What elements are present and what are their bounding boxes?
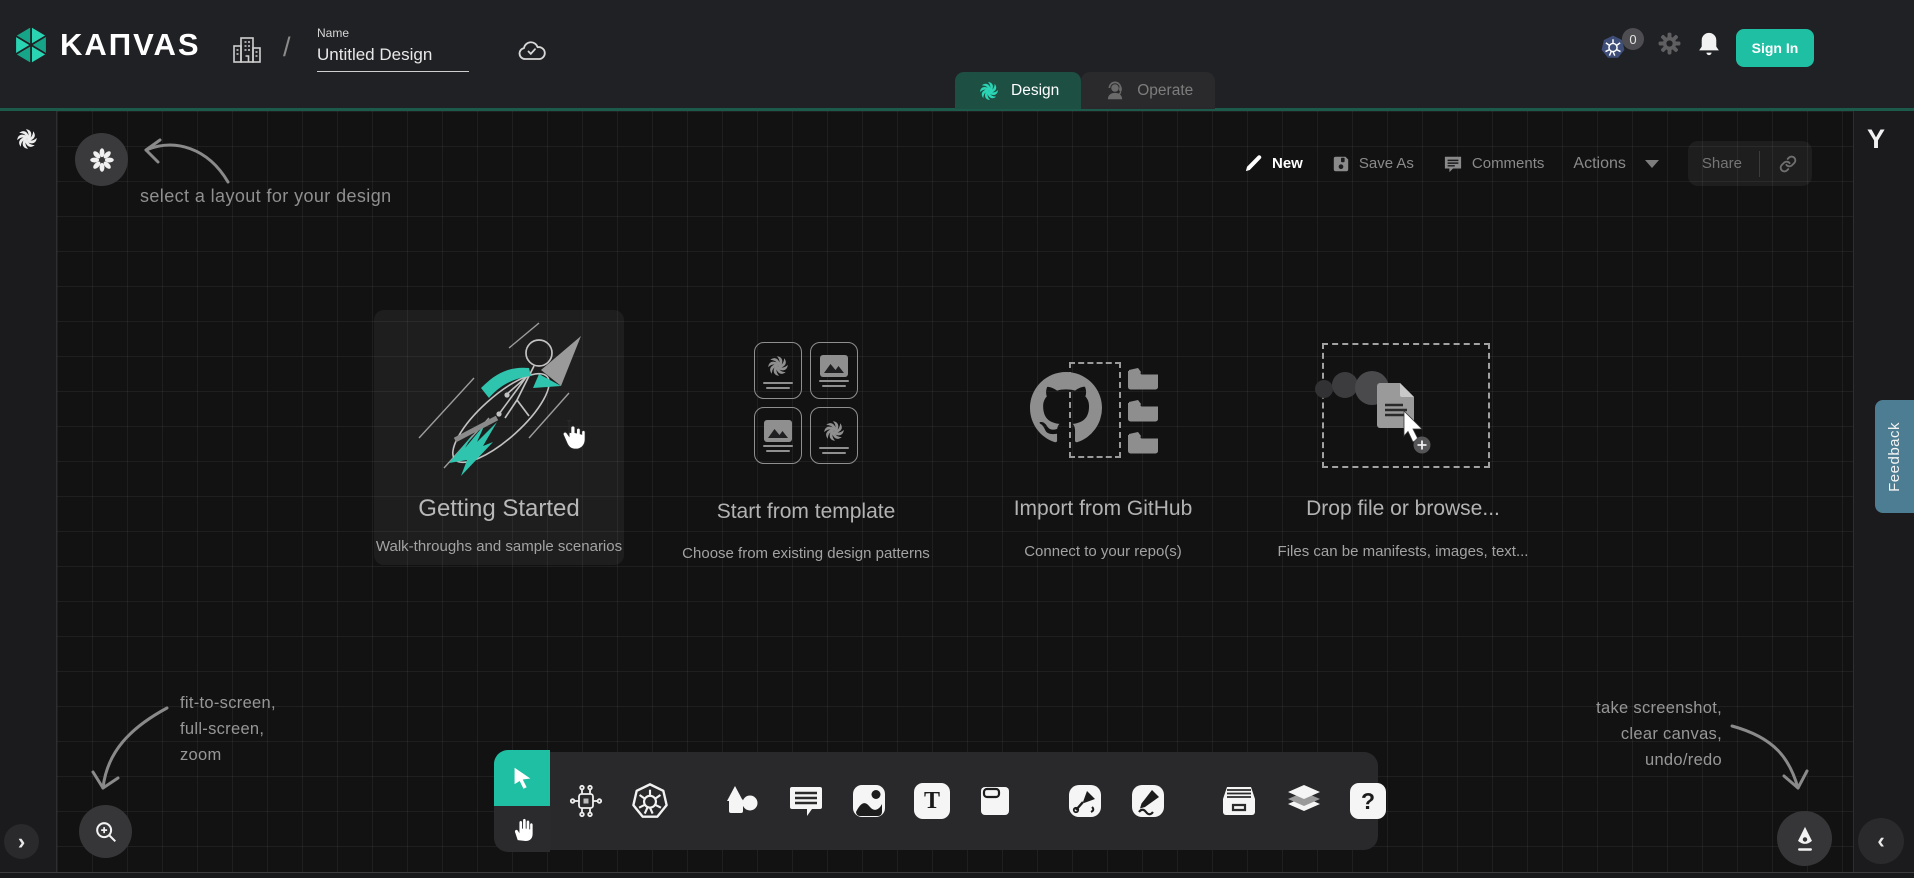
card-subtitle: Walk-throughs and sample scenarios [376, 538, 622, 555]
notification-count-badge: 0 [1622, 28, 1644, 50]
mode-tabs: Design Operate [955, 72, 1215, 109]
kanvas-hexagon-icon [12, 24, 50, 66]
comments-icon [1443, 155, 1463, 173]
github-octocat-icon [1030, 372, 1102, 444]
rocket-illustration [389, 318, 609, 493]
actions-dropdown[interactable]: Actions [1573, 155, 1658, 173]
folder-icon [1126, 430, 1160, 454]
design-spiral-icon [977, 79, 1001, 103]
pointer-tool-column [494, 750, 550, 852]
share-link-icon [1778, 154, 1798, 174]
archive-drawer-tool[interactable] [1220, 782, 1258, 820]
template-tile [754, 407, 802, 464]
kubernetes-status-button[interactable]: 0 [1600, 34, 1648, 70]
canvas-tools-toolbar: T [550, 752, 1378, 850]
collapse-right-panel-button[interactable]: ‹ [1858, 818, 1904, 864]
select-tool-button[interactable] [494, 750, 550, 806]
drop-title: Drop file or browse... [1306, 497, 1500, 521]
brand-name: KAΠVAS [60, 27, 201, 63]
image-icon [764, 420, 792, 442]
pen-nib-icon [1792, 825, 1818, 853]
settings-gear-icon[interactable] [1657, 31, 1682, 56]
chevron-right-icon: › [18, 831, 25, 853]
layers-tool[interactable] [1285, 782, 1323, 820]
comment-tool[interactable] [788, 782, 824, 820]
share-button[interactable]: Share [1688, 141, 1812, 186]
left-rail [0, 111, 57, 872]
image-tool[interactable] [851, 782, 887, 820]
import-from-github-card[interactable] [1028, 352, 1168, 467]
branch-y-icon[interactable]: Y [1867, 124, 1885, 155]
drop-file-card[interactable] [1322, 343, 1490, 468]
pencil-tool[interactable] [1130, 782, 1166, 820]
pencil-new-icon [1244, 154, 1263, 173]
bottom-left-hint: fit-to-screen, full-screen, zoom [180, 690, 276, 768]
pen-mode-button[interactable] [1777, 811, 1832, 866]
design-name-input[interactable] [317, 45, 469, 72]
loading-spiral-icon [14, 126, 40, 152]
select-layout-button[interactable] [75, 133, 128, 186]
breadcrumb-separator: / [283, 32, 291, 63]
pen-tool[interactable] [1067, 782, 1103, 820]
help-tool[interactable]: ? [1350, 782, 1386, 820]
sign-in-button[interactable]: Sign In [1736, 29, 1814, 67]
notifications-bell-icon[interactable] [1697, 31, 1721, 57]
bottom-right-hint: take screenshot, clear canvas, undo/redo [1520, 695, 1722, 773]
note-tool[interactable] [977, 782, 1013, 820]
canvas-actions-toolbar: New Save As Comments Actions Share [1244, 141, 1812, 186]
template-tile [810, 407, 858, 464]
tab-design[interactable]: Design [955, 72, 1081, 109]
brand-logo[interactable]: KAΠVAS [12, 24, 201, 66]
chevron-left-icon: ‹ [1877, 830, 1884, 852]
template-tile [810, 342, 858, 399]
organization-icon[interactable] [231, 34, 263, 66]
github-title: Import from GitHub [1014, 497, 1193, 521]
spiral-icon [821, 418, 847, 444]
select-arrow-icon [509, 765, 535, 791]
pan-tool-button[interactable] [494, 806, 550, 852]
design-name-block: Name [317, 26, 477, 72]
layout-flower-icon [89, 147, 115, 173]
folder-icon [1126, 398, 1160, 422]
save-icon [1332, 155, 1350, 173]
operate-headset-icon [1103, 79, 1127, 103]
folder-icon [1126, 366, 1160, 390]
zoom-button[interactable] [79, 805, 132, 858]
template-subtitle: Choose from existing design patterns [682, 545, 930, 562]
hand-cursor [556, 418, 588, 454]
layout-hint-text: select a layout for your design [140, 186, 392, 207]
kubernetes-tool[interactable] [631, 782, 669, 820]
start-from-template-card[interactable] [754, 342, 858, 464]
expand-left-panel-button[interactable]: › [4, 824, 39, 859]
hand-pan-icon [510, 816, 534, 842]
chevron-down-icon [1645, 160, 1659, 168]
kanvas-app: KAΠVAS / Name [0, 0, 1914, 878]
spiral-icon [765, 353, 791, 379]
feedback-tab[interactable]: Feedback [1875, 400, 1914, 513]
name-label: Name [317, 26, 477, 40]
shapes-tool[interactable] [723, 782, 761, 820]
save-as-button[interactable]: Save As [1332, 155, 1414, 173]
drop-subtitle: Files can be manifests, images, text... [1278, 543, 1529, 560]
template-tile [754, 342, 802, 399]
card-title: Getting Started [418, 495, 579, 523]
new-button[interactable]: New [1244, 154, 1303, 173]
bottom-left-arrow [85, 700, 175, 800]
repo-folders [1126, 366, 1160, 454]
template-title: Start from template [717, 500, 896, 524]
connections-tool[interactable] [568, 782, 604, 820]
drop-file-illustration [1312, 359, 1462, 479]
cloud-sync-icon [517, 40, 547, 62]
bottom-right-arrow [1728, 718, 1813, 798]
comments-button[interactable]: Comments [1443, 155, 1545, 173]
github-subtitle: Connect to your repo(s) [1024, 543, 1182, 560]
share-divider [1759, 151, 1760, 177]
image-icon [820, 355, 848, 377]
zoom-in-magnifier-icon [93, 819, 119, 845]
tab-operate[interactable]: Operate [1081, 72, 1215, 109]
bottom-edge-strip [0, 872, 1914, 878]
text-tool[interactable]: T [914, 782, 950, 820]
